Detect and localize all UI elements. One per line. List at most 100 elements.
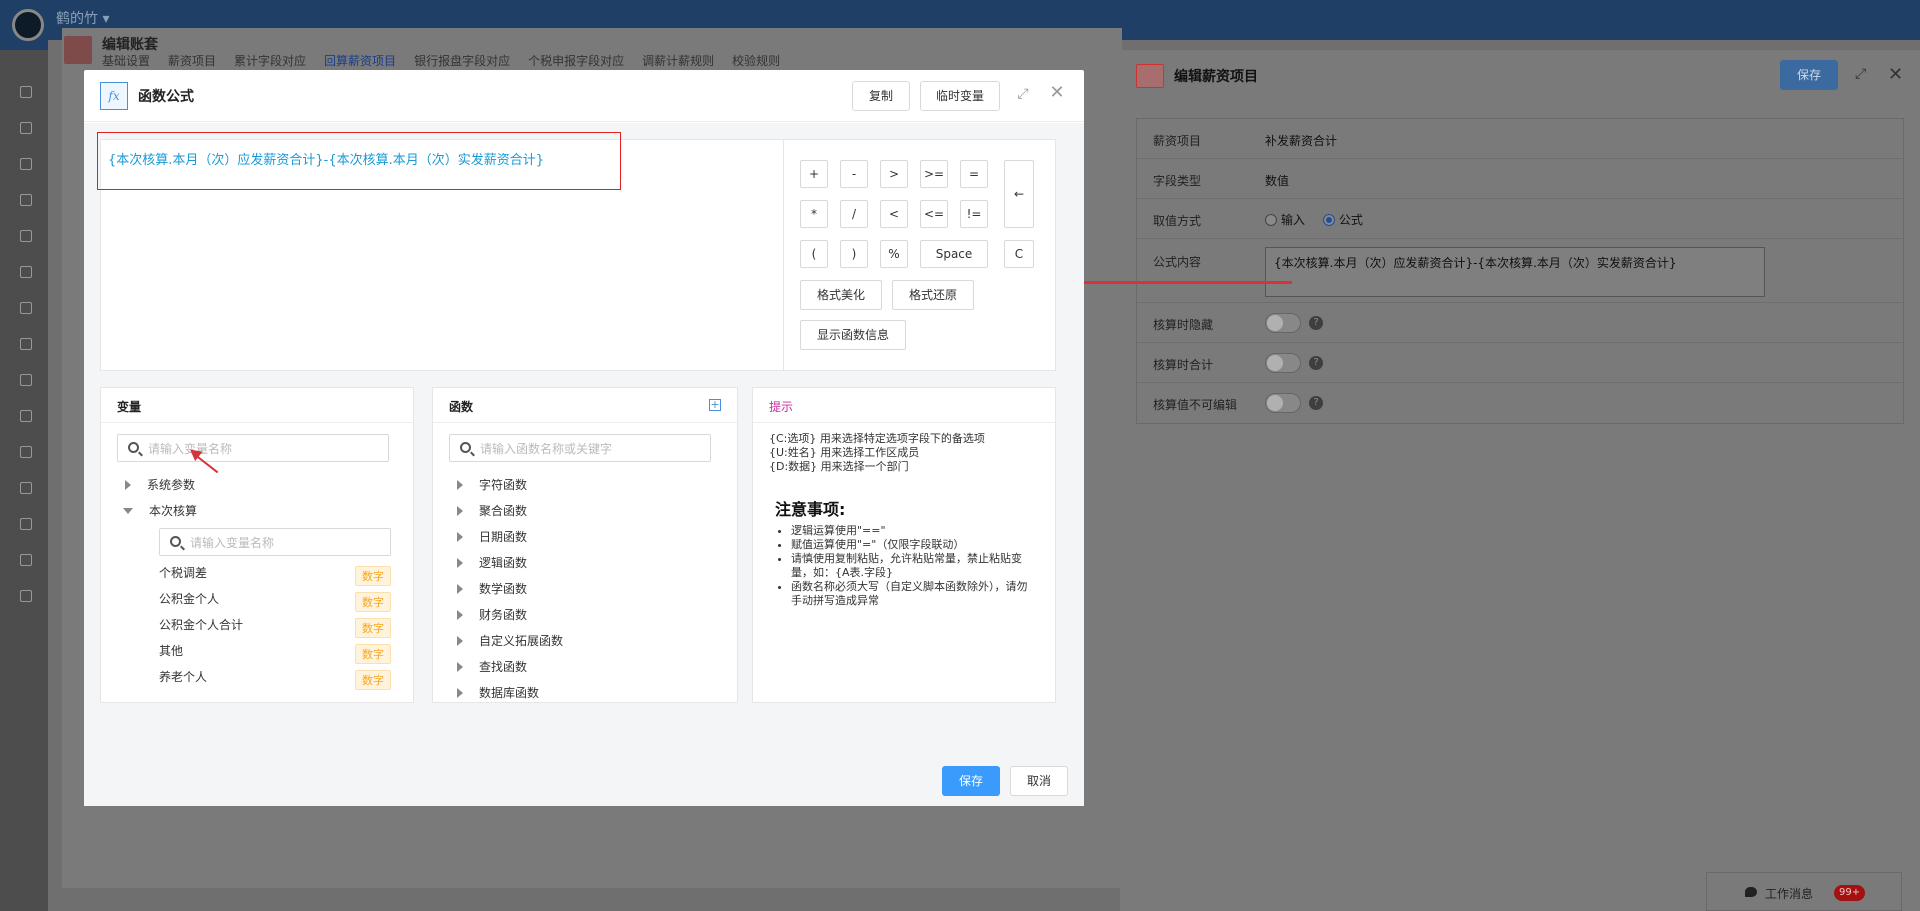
caret-right-icon xyxy=(457,506,463,516)
sum-on-calc-toggle[interactable] xyxy=(1265,353,1301,373)
tab-bank-fields[interactable]: 银行报盘字段对应 xyxy=(414,52,510,69)
function-group[interactable]: 财务函数 xyxy=(457,606,527,623)
sidebar-icon[interactable] xyxy=(20,122,32,134)
row-value-mode: 取值方式 输入 公式 xyxy=(1137,199,1905,239)
key-minus[interactable]: - xyxy=(840,160,868,188)
function-group[interactable]: 逻辑函数 xyxy=(457,554,527,571)
key-space[interactable]: Space xyxy=(920,240,988,268)
help-icon[interactable]: ? xyxy=(1309,356,1323,370)
add-function-icon[interactable]: + xyxy=(709,399,721,411)
radio-input[interactable]: 输入 xyxy=(1265,213,1305,227)
radio-formula[interactable]: 公式 xyxy=(1322,213,1363,227)
variable-item[interactable]: 其他 数字 xyxy=(159,642,391,664)
tab-validation-rules[interactable]: 校验规则 xyxy=(732,52,780,69)
key-multiply[interactable]: * xyxy=(800,200,828,228)
row-not-editable: 核算值不可编辑 ? xyxy=(1137,383,1905,423)
help-icon[interactable]: ? xyxy=(1309,316,1323,330)
sidebar-icon[interactable] xyxy=(20,374,32,386)
notes-heading: 注意事项: xyxy=(775,500,846,519)
tab-cumulative-fields[interactable]: 累计字段对应 xyxy=(234,52,306,69)
sidebar-icon[interactable] xyxy=(20,338,32,350)
sidebar-icon[interactable] xyxy=(20,302,32,314)
sidebar-icon[interactable] xyxy=(20,86,32,98)
sidebar-icon[interactable] xyxy=(20,482,32,494)
field-label: 取值方式 xyxy=(1153,214,1202,228)
temp-variable-button[interactable]: 临时变量 xyxy=(920,81,1000,111)
function-search-input[interactable] xyxy=(480,439,704,459)
function-group[interactable]: 字符函数 xyxy=(457,476,527,493)
tree-node-system-params[interactable]: 系统参数 xyxy=(125,476,195,493)
key-lt[interactable]: < xyxy=(880,200,908,228)
key-clear[interactable]: C xyxy=(1004,240,1034,268)
tab-basic[interactable]: 基础设置 xyxy=(102,52,150,69)
variable-item[interactable]: 公积金个人合计 数字 xyxy=(159,616,391,638)
caret-right-icon xyxy=(457,532,463,542)
sidebar-icon[interactable] xyxy=(20,230,32,242)
caret-right-icon xyxy=(457,688,463,698)
key-percent[interactable]: % xyxy=(880,240,908,268)
function-group[interactable]: 自定义拓展函数 xyxy=(457,632,563,649)
tab-salary-items[interactable]: 薪资项目 xyxy=(168,52,216,69)
modal-title: 函数公式 xyxy=(138,89,194,105)
sidebar-icon[interactable] xyxy=(20,266,32,278)
field-label: 薪资项目 xyxy=(1153,134,1202,148)
key-backspace[interactable]: ← xyxy=(1004,160,1034,228)
work-messages-button[interactable]: 工作消息 99+ xyxy=(1706,872,1902,911)
key-gte[interactable]: >= xyxy=(920,160,948,188)
sidebar-icon[interactable] xyxy=(20,554,32,566)
panel-save-button[interactable]: 保存 xyxy=(1780,60,1838,90)
function-group[interactable]: 查找函数 xyxy=(457,658,527,675)
copy-button[interactable]: 复制 xyxy=(852,81,910,111)
close-icon[interactable]: ✕ xyxy=(1888,64,1906,85)
variable-name: 公积金个人 xyxy=(159,592,220,606)
formula-editor[interactable]: {本次核算.本月（次）应发薪资合计}-{本次核算.本月（次）实发薪资合计} xyxy=(97,132,784,371)
workspace-name[interactable]: 鹤的竹 ▾ xyxy=(56,8,109,28)
tab-recalc-salary-items[interactable]: 回算薪资项目 xyxy=(324,52,396,69)
variable-item[interactable]: 养老个人 数字 xyxy=(159,668,391,690)
formula-content-textarea[interactable]: {本次核算.本月（次）应发薪资合计}-{本次核算.本月（次）实发薪资合计} xyxy=(1265,247,1765,297)
key-rparen[interactable]: ) xyxy=(840,240,868,268)
key-lte[interactable]: <= xyxy=(920,200,948,228)
format-beautify-button[interactable]: 格式美化 xyxy=(800,280,882,310)
key-lparen[interactable]: ( xyxy=(800,240,828,268)
sidebar-icon[interactable] xyxy=(20,446,32,458)
key-eq[interactable]: = xyxy=(960,160,988,188)
tab-tax-fields[interactable]: 个税申报字段对应 xyxy=(528,52,624,69)
variable-item[interactable]: 公积金个人 数字 xyxy=(159,590,391,612)
format-restore-button[interactable]: 格式还原 xyxy=(892,280,974,310)
function-group[interactable]: 数据库函数 xyxy=(457,684,539,701)
field-label: 核算时合计 xyxy=(1153,358,1214,372)
tab-pay-rules[interactable]: 调薪计薪规则 xyxy=(642,52,714,69)
not-editable-toggle[interactable] xyxy=(1265,393,1301,413)
sidebar-icon[interactable] xyxy=(20,158,32,170)
help-icon[interactable]: ? xyxy=(1309,396,1323,410)
function-group-label: 字符函数 xyxy=(479,478,528,492)
function-group[interactable]: 数学函数 xyxy=(457,580,527,597)
hide-on-calc-toggle[interactable] xyxy=(1265,313,1301,333)
variable-item[interactable]: 个税调差 数字 xyxy=(159,564,391,586)
key-gt[interactable]: > xyxy=(880,160,908,188)
function-group-label: 查找函数 xyxy=(479,660,528,674)
expand-icon[interactable]: ⤢ xyxy=(1014,86,1032,104)
variable-search-input[interactable] xyxy=(148,439,382,459)
sidebar-icon[interactable] xyxy=(20,194,32,206)
modal-save-button[interactable]: 保存 xyxy=(942,766,1000,796)
modal-cancel-button[interactable]: 取消 xyxy=(1010,766,1068,796)
divider xyxy=(433,422,737,423)
function-group[interactable]: 日期函数 xyxy=(457,528,527,545)
sub-variable-search-input[interactable] xyxy=(190,533,384,553)
key-plus[interactable]: + xyxy=(800,160,828,188)
key-divide[interactable]: / xyxy=(840,200,868,228)
key-neq[interactable]: != xyxy=(960,200,988,228)
salary-item-icon xyxy=(1136,64,1164,88)
row-formula-content: 公式内容 {本次核算.本月（次）应发薪资合计}-{本次核算.本月（次）实发薪资合… xyxy=(1137,239,1905,303)
close-icon[interactable]: ✕ xyxy=(1048,84,1066,102)
function-group[interactable]: 聚合函数 xyxy=(457,502,527,519)
tree-node-current-calc[interactable]: 本次核算 xyxy=(123,502,197,519)
formula-text[interactable]: {本次核算.本月（次）应发薪资合计}-{本次核算.本月（次）实发薪资合计} xyxy=(108,149,544,168)
sidebar-icon[interactable] xyxy=(20,410,32,422)
expand-icon[interactable]: ⤢ xyxy=(1855,66,1873,84)
sidebar-icon[interactable] xyxy=(20,590,32,602)
sidebar-icon[interactable] xyxy=(20,518,32,530)
show-function-info-button[interactable]: 显示函数信息 xyxy=(800,320,906,350)
